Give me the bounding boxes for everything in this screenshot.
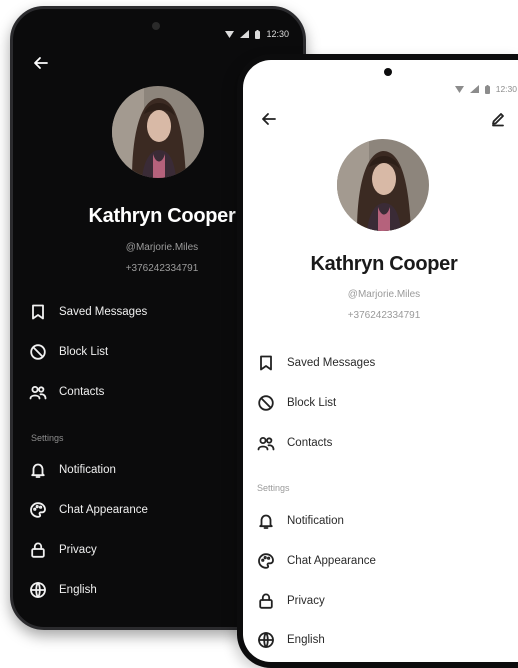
- settings-item-label: English: [59, 584, 97, 596]
- globe-icon: [30, 582, 46, 598]
- status-time: 12:30: [266, 29, 289, 39]
- menu-item-contacts[interactable]: Contacts: [29, 380, 104, 404]
- bookmark-icon: [260, 355, 272, 371]
- contacts-icon: [257, 437, 275, 451]
- block-icon: [258, 395, 274, 411]
- lock-icon: [259, 593, 273, 609]
- settings-item-chat-appearance[interactable]: Chat Appearance: [29, 498, 148, 522]
- edit-button[interactable]: [490, 111, 506, 132]
- back-button[interactable]: [33, 55, 49, 76]
- settings-item-privacy[interactable]: Privacy: [257, 589, 325, 613]
- settings-item-chat-appearance[interactable]: Chat Appearance: [257, 549, 376, 573]
- settings-item-privacy[interactable]: Privacy: [29, 538, 97, 562]
- battery-icon: [484, 84, 490, 94]
- wifi-icon: [454, 85, 464, 93]
- back-button[interactable]: [261, 111, 277, 132]
- bookmark-icon: [32, 304, 44, 320]
- menu-item-saved-messages[interactable]: Saved Messages: [29, 300, 147, 324]
- contacts-icon: [29, 386, 47, 400]
- profile-phone: +376242334791: [347, 310, 421, 321]
- settings-item-language[interactable]: English: [257, 628, 325, 652]
- bell-icon: [31, 463, 45, 478]
- globe-icon: [258, 632, 274, 648]
- status-bar: 12:30: [225, 29, 289, 39]
- settings-item-notification[interactable]: Notification: [257, 509, 344, 533]
- back-arrow-icon: [34, 57, 48, 69]
- settings-item-label: English: [287, 634, 325, 646]
- menu-item-block-list[interactable]: Block List: [257, 391, 336, 415]
- settings-item-label: Privacy: [59, 544, 97, 556]
- settings-item-label: Chat Appearance: [287, 555, 376, 567]
- status-time: 12:30: [495, 84, 517, 94]
- settings-item-label: Notification: [287, 515, 344, 527]
- bell-icon: [259, 514, 273, 529]
- profile-phone: +376242334791: [125, 263, 199, 274]
- profile-photo: [337, 139, 429, 231]
- pencil-icon: [492, 113, 504, 127]
- palette-icon: [30, 502, 46, 518]
- camera-notch: [384, 68, 392, 76]
- menu-item-label: Block List: [59, 346, 109, 358]
- avatar[interactable]: [337, 139, 429, 231]
- menu-item-contacts[interactable]: Contacts: [257, 431, 332, 455]
- menu-item-block-list[interactable]: Block List: [29, 340, 108, 364]
- avatar[interactable]: [112, 86, 204, 178]
- status-bar: 12:30: [454, 84, 517, 94]
- signal-icon: [469, 85, 479, 93]
- settings-item-notification[interactable]: Notification: [29, 458, 116, 482]
- profile-name: Kathryn Cooper: [88, 205, 236, 227]
- menu-item-saved-messages[interactable]: Saved Messages: [257, 351, 375, 375]
- settings-item-label: Privacy: [287, 595, 325, 607]
- menu-item-label: Saved Messages: [59, 306, 148, 318]
- profile-handle: @Marjorie.Miles: [125, 242, 199, 253]
- menu-item-label: Contacts: [287, 437, 333, 449]
- profile-photo: [112, 86, 204, 178]
- wifi-icon: [225, 30, 235, 38]
- profile-handle: @Marjorie.Miles: [347, 289, 421, 300]
- settings-section-title: Settings: [31, 433, 64, 443]
- lock-icon: [31, 542, 45, 558]
- profile-name: Kathryn Cooper: [310, 253, 458, 275]
- settings-item-language[interactable]: English: [29, 578, 97, 602]
- menu-item-label: Block List: [287, 397, 337, 409]
- signal-icon: [240, 30, 250, 38]
- battery-icon: [255, 29, 261, 39]
- light-phone-screen: 12:30 Kathryn Cooper @Marjorie.Miles +37…: [237, 54, 518, 668]
- palette-icon: [258, 553, 274, 569]
- settings-item-label: Notification: [59, 464, 116, 476]
- settings-item-label: Chat Appearance: [59, 504, 148, 516]
- settings-section-title: Settings: [257, 483, 290, 493]
- back-arrow-icon: [262, 113, 276, 125]
- camera-notch: [152, 22, 160, 30]
- block-icon: [30, 344, 46, 360]
- menu-item-label: Saved Messages: [287, 357, 376, 369]
- menu-item-label: Contacts: [59, 386, 105, 398]
